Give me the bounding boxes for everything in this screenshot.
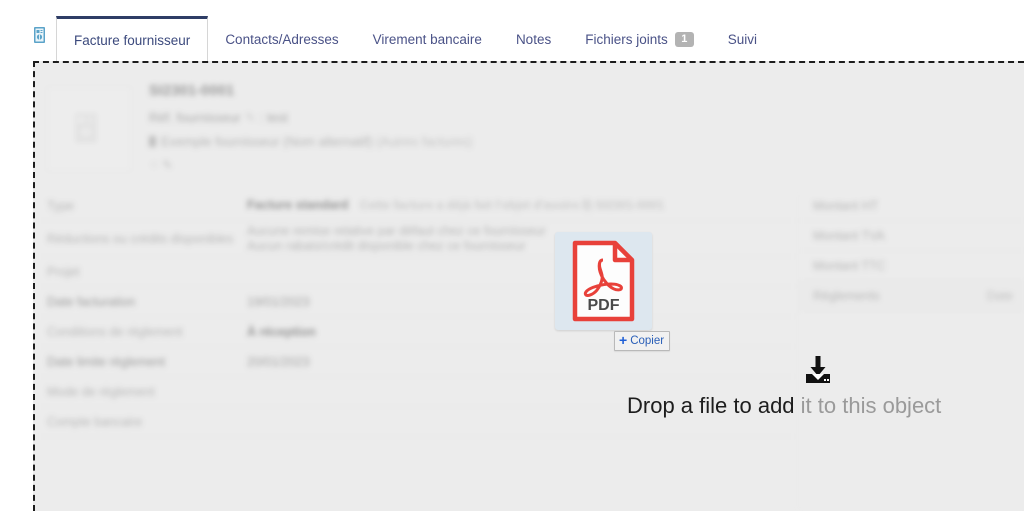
- field-label: Date facturation: [47, 294, 136, 309]
- field-value: Aucune remise relative par défaut chez c…: [247, 224, 797, 254]
- field-label: Montant TTC: [813, 258, 886, 273]
- tab-suivi[interactable]: Suivi: [711, 18, 774, 61]
- tags-row[interactable]: ⁘ ✎: [149, 158, 172, 172]
- total-row-montant-tva: Montant TVA: [799, 221, 1024, 251]
- field-value: 20/01/2023: [247, 354, 310, 369]
- supplier-reference-label: Réf. fournisseur: [149, 110, 241, 125]
- tab-label: Suivi: [727, 32, 758, 47]
- tab-label: Facture fournisseur: [74, 32, 191, 48]
- building-icon: [149, 136, 156, 147]
- field-label: Compte bancaire: [47, 414, 143, 429]
- ref-separator: :: [259, 110, 264, 125]
- tab-facture-fournisseur[interactable]: Facture fournisseur: [56, 16, 209, 61]
- field-label: Conditions de règlement: [47, 324, 183, 339]
- download-icon: [802, 355, 834, 390]
- field-value: À réception: [247, 324, 316, 339]
- form-row-date-facturation: Date facturation 19/01/2023: [35, 287, 797, 317]
- field-label: Type: [47, 198, 75, 213]
- record-number: SI2301-0001: [149, 83, 235, 99]
- tab-label: Virement bancaire: [372, 32, 482, 47]
- tab-bar: Facture fournisseur Contacts/Adresses Vi…: [0, 0, 1024, 61]
- form-row-type: Type Facture standard Cette facture a dé…: [35, 191, 797, 221]
- supplier-name[interactable]: Exemple fournisseur (Nom alternatif): [161, 134, 373, 149]
- tab-label: Contacts/Adresses: [225, 32, 339, 47]
- tab-label: Notes: [515, 32, 552, 47]
- plus-icon: +: [619, 332, 628, 348]
- field-value: 19/01/2023: [247, 294, 310, 309]
- supplier-reference-value: test: [266, 110, 288, 125]
- tab-contacts-adresses[interactable]: Contacts/Adresses: [208, 18, 355, 61]
- field-value-text: Facture standard: [247, 198, 349, 212]
- field-label: Projet: [47, 264, 80, 279]
- total-row-montant-ttc: Montant TTC: [799, 251, 1024, 281]
- attachment-count-badge: 1: [674, 32, 694, 47]
- tab-strip: Facture fournisseur Contacts/Adresses Vi…: [56, 0, 774, 61]
- edit-pencil-icon[interactable]: ✎: [245, 110, 256, 125]
- field-value-line1: Aucune remise relative par défaut chez c…: [247, 223, 546, 238]
- column-header-reglements: Règlements: [813, 288, 880, 303]
- drop-instruction-muted: it to this object: [794, 393, 942, 418]
- tab-fichiers-joints[interactable]: Fichiers joints 1: [568, 18, 711, 61]
- drag-copy-label: Copier: [630, 335, 665, 347]
- form-row-date-limite-reglement: Date limite règlement 20/01/2023: [35, 347, 797, 377]
- form-right-column: Montant HT Montant TVA Montant TTC Règle…: [798, 191, 1024, 511]
- form-row-projet: Projet: [35, 257, 797, 287]
- field-label: Montant HT: [813, 198, 879, 213]
- dimmed-record-content: SI2301-0001 Réf. fournisseur ✎: test Exem…: [35, 63, 1024, 511]
- tab-virement-bancaire[interactable]: Virement bancaire: [356, 18, 499, 61]
- drag-copy-badge: + Copier: [614, 331, 671, 351]
- payments-table-header: Règlements Date: [799, 281, 1024, 311]
- total-row-montant-ht: Montant HT: [799, 191, 1024, 221]
- supplier-row: Exemple fournisseur (Nom alternatif) (Au…: [149, 134, 472, 149]
- field-label: Montant TVA: [813, 228, 885, 243]
- pdf-label: PDF: [588, 297, 620, 314]
- supplier-reference-row: Réf. fournisseur ✎: test: [149, 110, 288, 126]
- field-value: Facture standard Cette facture a déjà fa…: [247, 198, 797, 213]
- field-label: Mode de règlement: [47, 384, 155, 399]
- field-label: Date limite règlement: [47, 354, 166, 369]
- record-header: SI2301-0001 Réf. fournisseur ✎: test Exem…: [35, 63, 1024, 191]
- pdf-file-icon: PDF: [572, 240, 635, 322]
- drop-instruction-text: Drop a file to add it to this object: [627, 393, 941, 419]
- form-left-column: Type Facture standard Cette facture a dé…: [35, 191, 797, 511]
- field-label: Réductions ou crédits disponibles: [47, 231, 234, 246]
- drop-instruction-strong: Drop a file to add: [627, 393, 795, 418]
- form-row-reductions: Réductions ou crédits disponibles Aucune…: [35, 221, 797, 257]
- file-drop-zone[interactable]: SI2301-0001 Réf. fournisseur ✎: test Exem…: [33, 61, 1024, 511]
- tab-label: Fichiers joints: [585, 32, 668, 47]
- tab-notes[interactable]: Notes: [499, 18, 568, 61]
- supplier-other-invoices-link[interactable]: (Autres factures): [376, 134, 472, 149]
- record-thumbnail: [47, 87, 131, 171]
- drag-ghost: PDF: [555, 232, 652, 330]
- form-row-conditions-reglement: Conditions de règlement À réception: [35, 317, 797, 347]
- field-value-note: Cette facture a déjà fait l'objet d'avoi…: [359, 198, 664, 212]
- document-icon: [32, 27, 48, 45]
- column-header-date: Date: [986, 288, 1013, 303]
- field-value-line2: Aucun rabais/crédit disponible chez ce f…: [247, 238, 526, 253]
